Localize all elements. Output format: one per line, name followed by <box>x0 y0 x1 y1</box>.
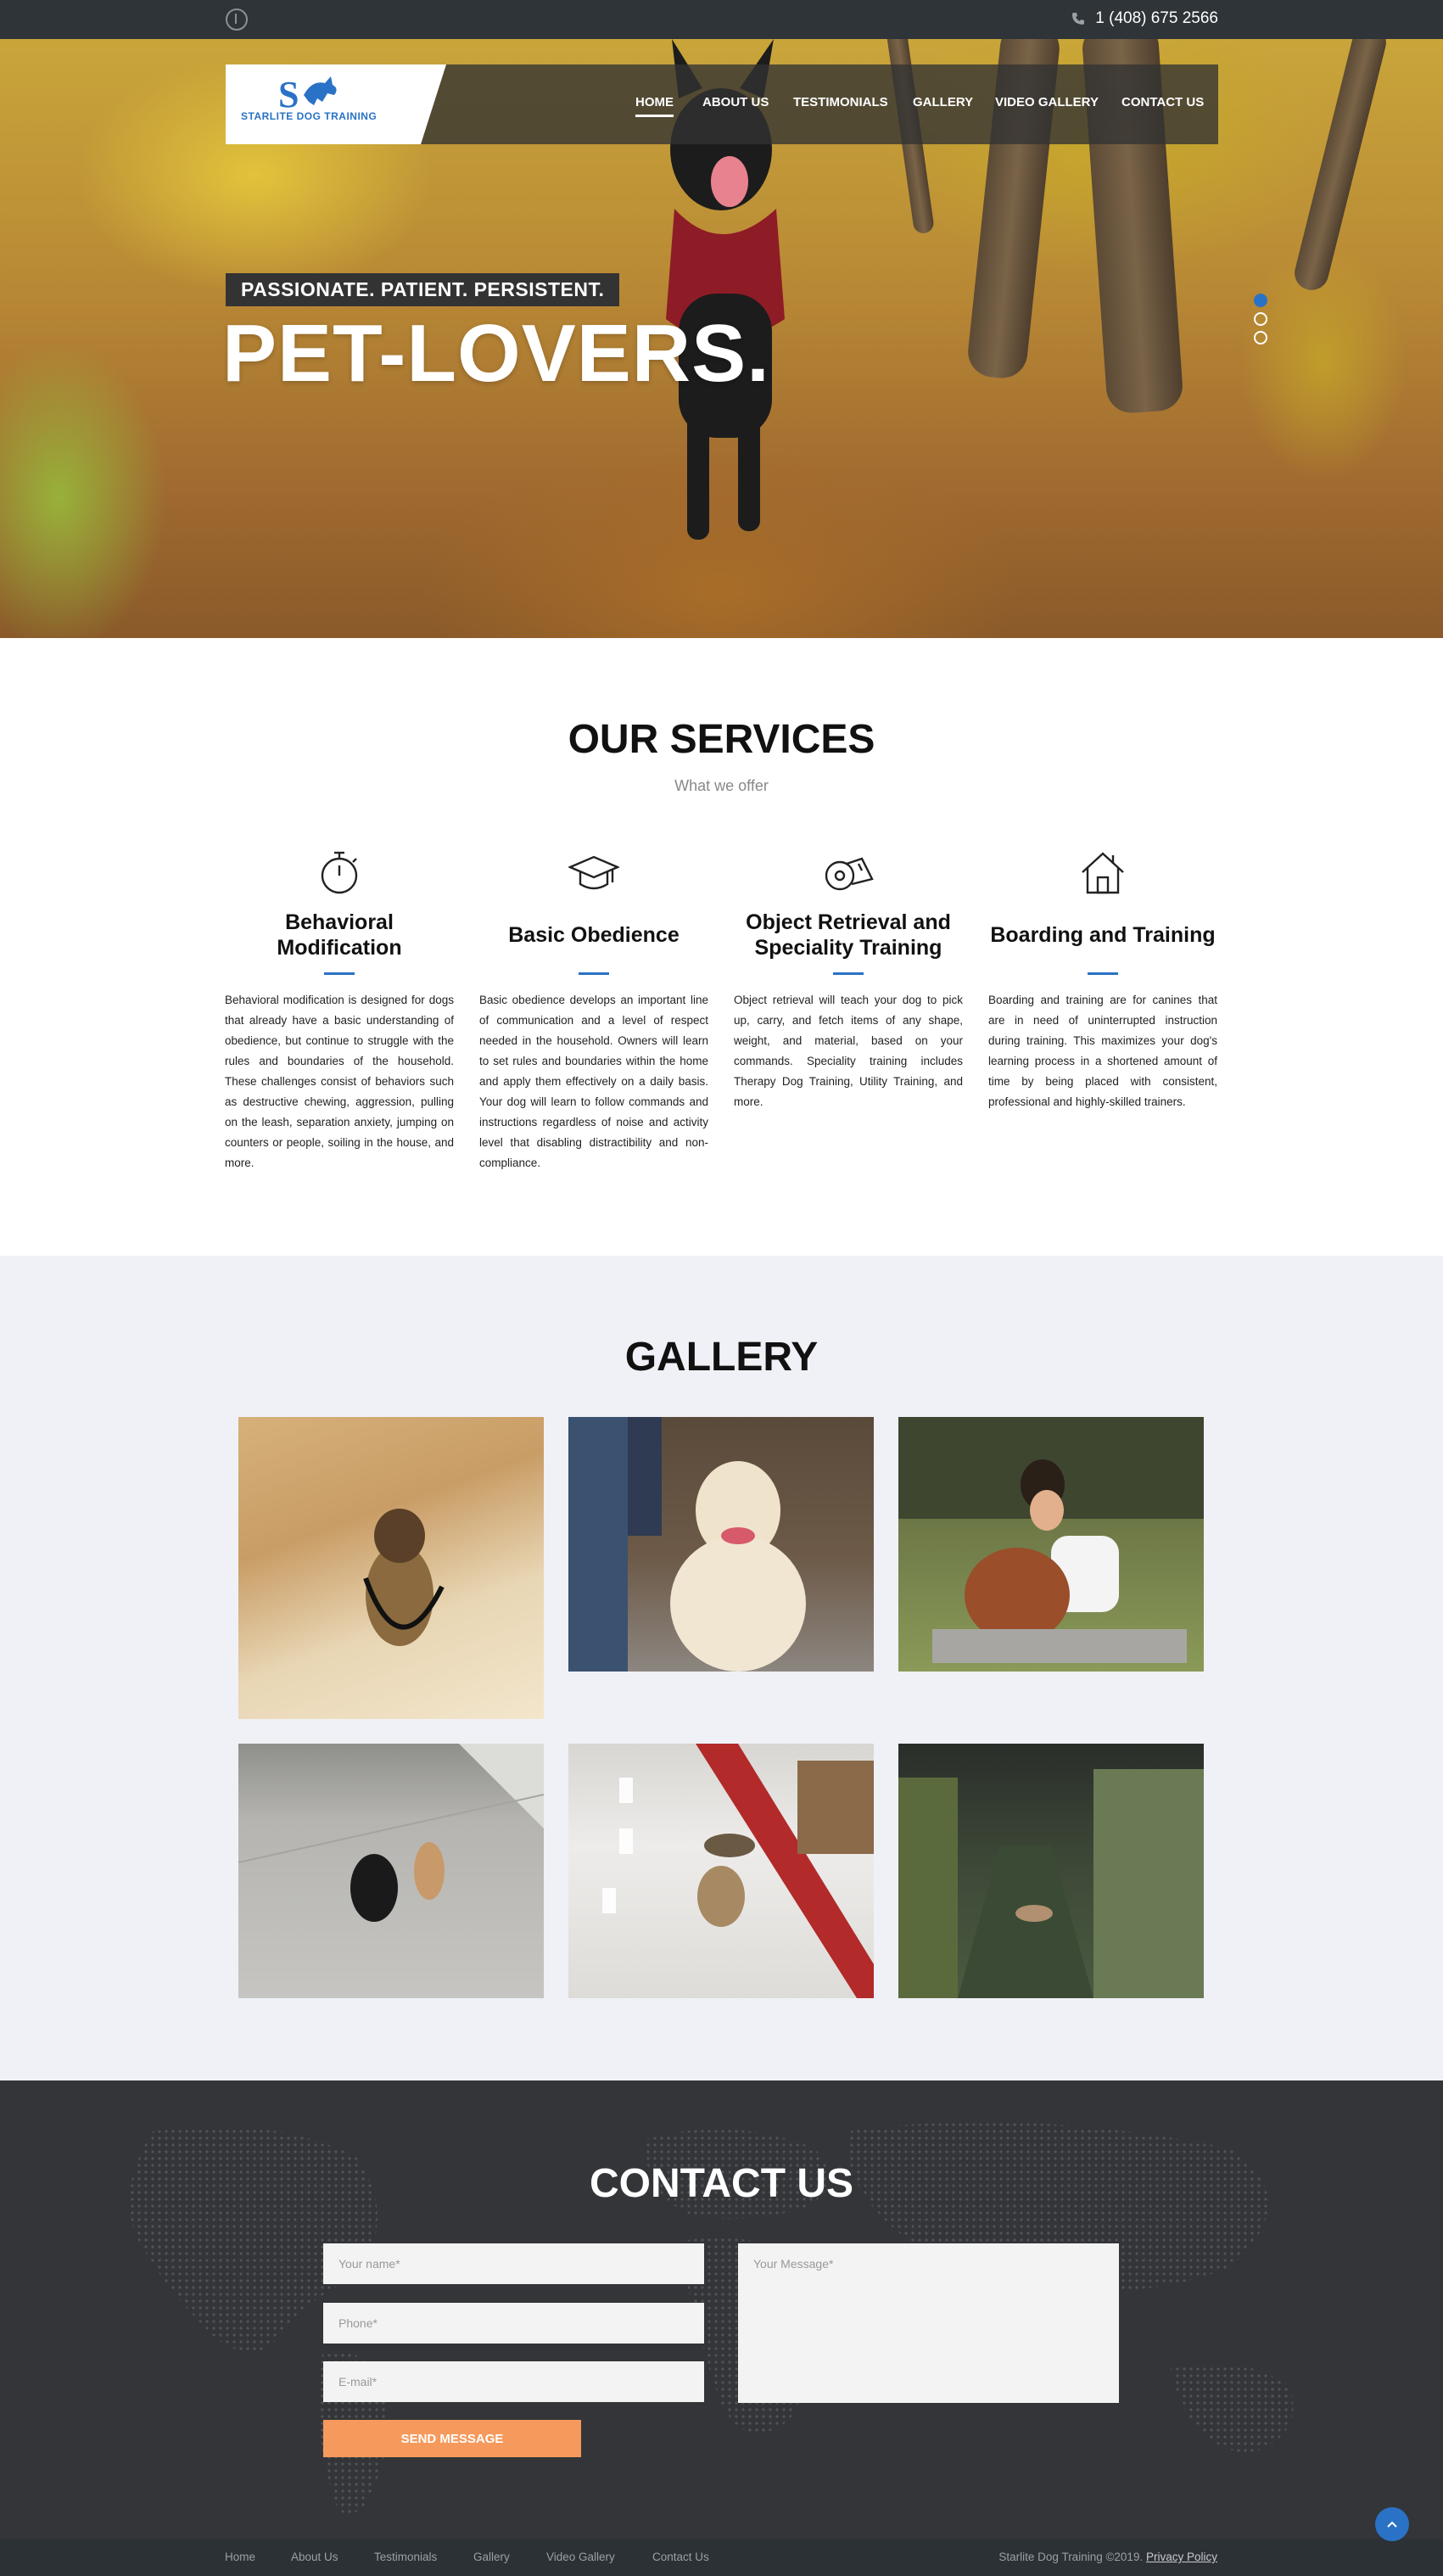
slider-dot-1[interactable] <box>1254 294 1267 307</box>
phone-number: 1 (408) 675 2566 <box>1095 9 1218 27</box>
house-icon <box>1082 852 1124 894</box>
gallery-image[interactable] <box>568 1417 874 1672</box>
slider-dot-2[interactable] <box>1254 312 1267 326</box>
hero-tagline: PASSIONATE. PATIENT. PERSISTENT. <box>226 273 620 306</box>
nav-video-gallery[interactable]: VIDEO GALLERY <box>995 95 1099 109</box>
send-message-button[interactable]: SEND MESSAGE <box>323 2420 581 2457</box>
scroll-to-top-button[interactable] <box>1375 2507 1409 2541</box>
services-subtitle: What we offer <box>674 777 769 794</box>
nav-gallery[interactable]: GALLERY <box>913 95 973 109</box>
chevron-up-icon <box>1387 2521 1397 2528</box>
gallery-image[interactable] <box>238 1744 544 1998</box>
footer-link-testimonials[interactable]: Testimonials <box>374 2551 437 2563</box>
nav-contact-us[interactable]: CONTACT US <box>1121 95 1204 109</box>
nav-about-us[interactable]: ABOUT US <box>702 95 769 109</box>
accessibility-icon[interactable] <box>226 8 248 31</box>
phone-field[interactable]: Phone* <box>323 2303 704 2344</box>
service-description: Behavioral modification is designed for … <box>225 994 454 1169</box>
email-field[interactable]: E-mail* <box>323 2361 704 2402</box>
hero-slider: S STARLITE DOG TRAINING HOME ABOUT US TE… <box>0 39 1443 638</box>
gallery-image[interactable] <box>898 1744 1204 1998</box>
footer-link-about-us[interactable]: About Us <box>291 2551 338 2563</box>
privacy-policy-link[interactable]: Privacy Policy <box>1146 2551 1217 2563</box>
footer-link-contact-us[interactable]: Contact Us <box>652 2551 709 2563</box>
gallery-title: GALLERY <box>624 1335 819 1380</box>
services-section: OUR SERVICES What we offer Behavioral Mo… <box>0 638 1443 1256</box>
copyright: Starlite Dog Training ©2019. Privacy Pol… <box>998 2551 1217 2563</box>
service-title: Basic Obedience <box>508 923 680 947</box>
gallery-image[interactable] <box>568 1744 874 1998</box>
footer-link-home[interactable]: Home <box>225 2551 255 2563</box>
service-divider <box>1088 972 1118 975</box>
name-field[interactable]: Your name* <box>323 2243 704 2284</box>
service-title: Boarding and Training <box>990 923 1216 947</box>
gallery-image[interactable] <box>898 1417 1204 1672</box>
nav-home[interactable]: HOME <box>635 95 674 117</box>
contact-section: CONTACT US Your name* Phone* E-mail* You… <box>0 2080 1443 2539</box>
graduation-cap-icon <box>568 855 619 890</box>
service-card: Behavioral Modification Behavioral modif… <box>225 847 454 1173</box>
tree-trunk <box>1290 39 1390 294</box>
service-divider <box>324 972 355 975</box>
slider-dots <box>1254 294 1267 350</box>
message-field[interactable]: Your Message* <box>738 2243 1119 2403</box>
service-divider <box>579 972 609 975</box>
service-card: Basic Obedience Basic obedience develops… <box>479 847 708 1173</box>
slider-dot-3[interactable] <box>1254 331 1267 344</box>
contact-title: CONTACT US <box>589 2161 854 2206</box>
service-title: Object Retrieval and Speciality Training <box>746 910 951 960</box>
whistle-icon <box>825 857 874 891</box>
hero-title: PET-LOVERS. <box>222 308 770 399</box>
nav-testimonials[interactable]: TESTIMONIALS <box>793 95 888 109</box>
service-card: Boarding and Training Boarding and train… <box>988 847 1217 1112</box>
service-card: Object Retrieval and Speciality Training… <box>734 847 963 1112</box>
gallery-section: GALLERY <box>0 1256 1443 2080</box>
service-divider <box>833 972 864 975</box>
main-nav: HOME ABOUT US TESTIMONIALS GALLERY VIDEO… <box>0 95 1443 120</box>
phone-icon <box>1072 13 1085 25</box>
phone-link[interactable]: 1 (408) 675 2566 <box>1071 9 1218 28</box>
service-description: Boarding and training are for canines th… <box>988 994 1217 1108</box>
footer-link-gallery[interactable]: Gallery <box>473 2551 510 2563</box>
copyright-text: Starlite Dog Training ©2019. <box>998 2551 1144 2563</box>
service-title: Behavioral Modification <box>277 910 402 960</box>
service-description: Basic obedience develops an important li… <box>479 994 708 1169</box>
footer: Home About Us Testimonials Gallery Video… <box>0 2539 1443 2576</box>
top-bar: 1 (408) 675 2566 <box>0 0 1443 39</box>
world-map-background <box>129 2121 1294 2515</box>
services-title: OUR SERVICES <box>568 717 875 762</box>
stopwatch-icon <box>321 851 358 894</box>
gallery-image[interactable] <box>238 1417 544 1719</box>
service-description: Object retrieval will teach your dog to … <box>734 994 963 1108</box>
footer-link-video-gallery[interactable]: Video Gallery <box>546 2551 615 2563</box>
